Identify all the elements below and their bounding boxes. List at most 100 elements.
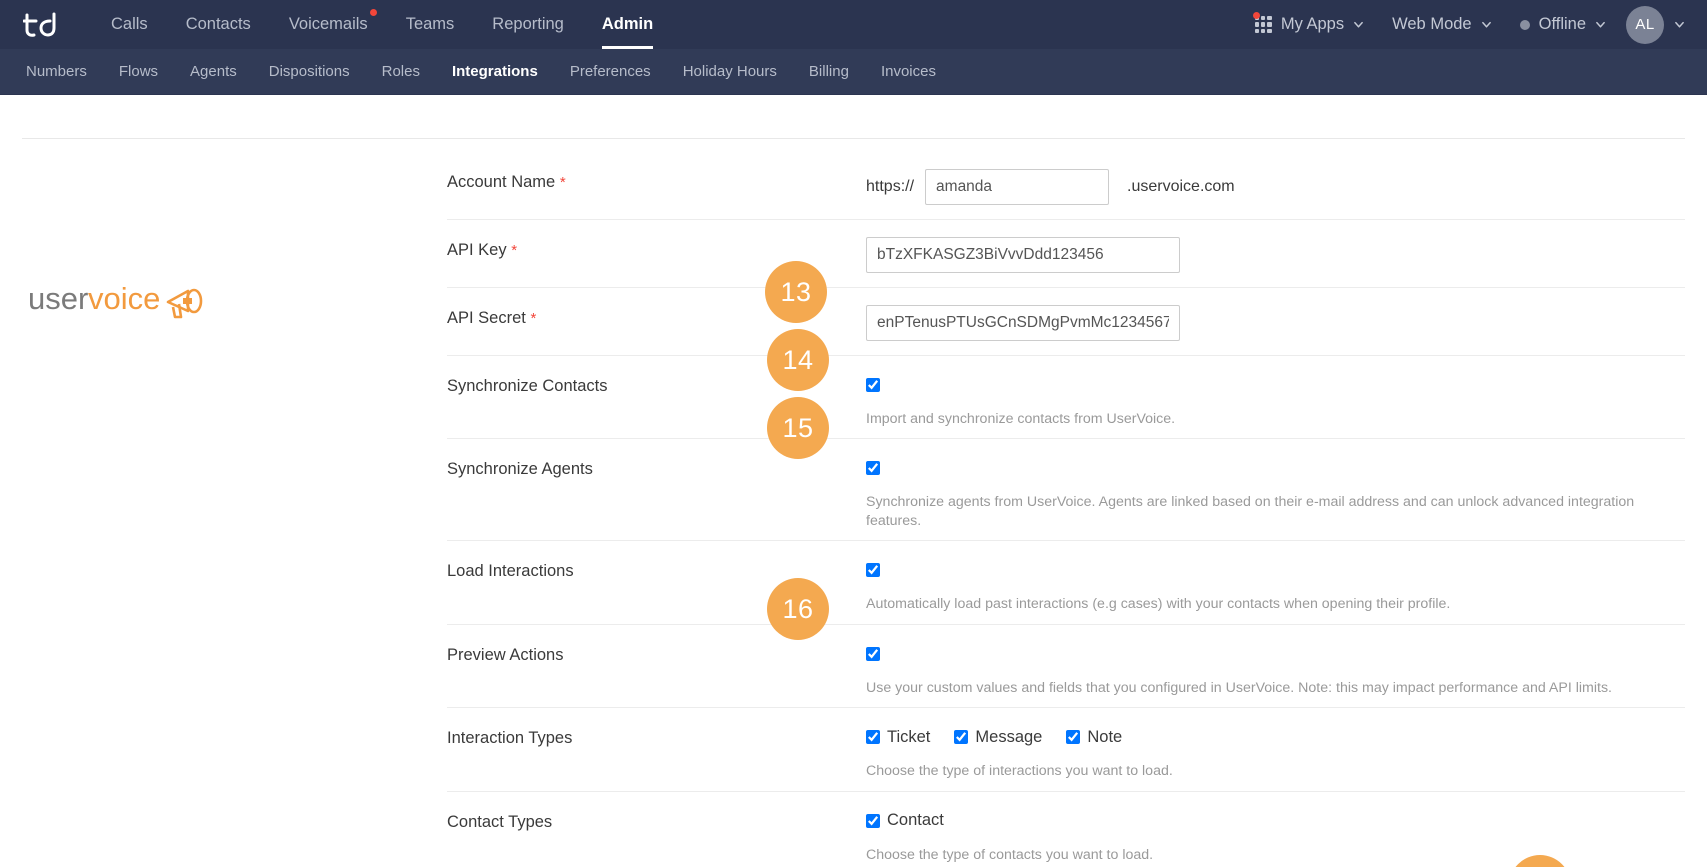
top-bar-right-controls: My Apps Web Mode Offline AL xyxy=(1241,0,1691,49)
form-row-account-name: Account Name * https:// .uservoice.com xyxy=(447,152,1685,220)
interaction-type-note[interactable]: Note xyxy=(1066,728,1122,747)
top-navigation-bar: Calls Contacts Voicemails Teams Reportin… xyxy=(0,0,1707,49)
contact-types-help: Choose the type of contacts you want to … xyxy=(866,846,1154,863)
admin-sub-navigation: Numbers Flows Agents Dispositions Roles … xyxy=(0,49,1707,95)
subnav-item-numbers[interactable]: Numbers xyxy=(10,49,103,94)
preview-actions-checkbox[interactable] xyxy=(866,646,880,661)
step-badge-14[interactable]: 14 xyxy=(767,329,829,391)
interaction-type-message-checkbox[interactable] xyxy=(954,730,969,745)
subnav-label: Agents xyxy=(190,63,237,80)
form-row-api-key: API Key * xyxy=(447,220,1685,288)
web-mode-label: Web Mode xyxy=(1392,15,1472,33)
subnav-label: Numbers xyxy=(26,63,87,80)
nav-item-teams[interactable]: Teams xyxy=(387,0,474,49)
interaction-type-ticket-checkbox[interactable] xyxy=(866,730,880,745)
label-text: Contact Types xyxy=(447,812,553,831)
required-marker: * xyxy=(530,310,537,327)
api-secret-input[interactable] xyxy=(866,305,1180,341)
td-logo[interactable] xyxy=(22,9,64,41)
api-key-field-group xyxy=(866,237,1685,273)
interaction-types-field-group: Ticket Message Note Choose the type of i… xyxy=(866,725,1685,780)
load-interactions-checkbox[interactable] xyxy=(866,563,880,578)
form-row-preview-actions: Preview Actions Use your custom values a… xyxy=(447,625,1685,709)
uservoice-logo: user voice xyxy=(28,277,228,329)
url-prefix: https:// xyxy=(866,178,915,195)
my-apps-menu[interactable]: My Apps xyxy=(1241,0,1378,49)
form-row-synchronize-agents: Synchronize Agents Synchronize agents fr… xyxy=(447,439,1685,542)
label-text: API Key xyxy=(447,241,507,259)
option-label: Note xyxy=(1087,727,1123,746)
api-secret-field-group xyxy=(866,305,1685,341)
subnav-label: Preferences xyxy=(569,63,651,80)
contact-type-contact-checkbox[interactable] xyxy=(866,813,880,828)
subnav-item-invoices[interactable]: Invoices xyxy=(865,49,952,94)
load-interactions-help: Automatically load past interactions (e.… xyxy=(866,596,1451,613)
interaction-types-help: Choose the type of interactions you want… xyxy=(866,763,1173,780)
synchronize-contacts-checkbox[interactable] xyxy=(866,378,880,392)
load-interactions-field-group: Automatically load past interactions (e.… xyxy=(866,558,1685,613)
synchronize-contacts-help: Import and synchronize contacts from Use… xyxy=(866,411,1176,427)
subnav-item-preferences[interactable]: Preferences xyxy=(554,49,667,94)
label-text: Interaction Types xyxy=(447,729,573,748)
chevron-down-icon xyxy=(1674,19,1685,30)
subnav-item-roles[interactable]: Roles xyxy=(366,49,436,94)
form-row-api-secret: API Secret * xyxy=(447,288,1685,356)
contact-types-label: Contact Types xyxy=(447,809,866,832)
integration-settings-page: user voice 13 14 15 16 17 Account Name *… xyxy=(0,95,1707,867)
interaction-type-note-checkbox[interactable] xyxy=(1066,730,1081,745)
avatar-initials: AL xyxy=(1635,16,1655,33)
badge-number: 16 xyxy=(782,593,814,624)
nav-item-voicemails[interactable]: Voicemails xyxy=(270,0,387,49)
subnav-label: Flows xyxy=(118,63,159,80)
subnav-item-flows[interactable]: Flows xyxy=(103,49,174,94)
label-text: API Secret xyxy=(447,309,526,327)
web-mode-menu[interactable]: Web Mode xyxy=(1378,0,1506,49)
subnav-item-holiday-hours[interactable]: Holiday Hours xyxy=(667,49,793,94)
svg-text:voice: voice xyxy=(88,281,160,316)
nav-item-contacts[interactable]: Contacts xyxy=(167,0,270,49)
presence-status-menu[interactable]: Offline xyxy=(1506,0,1620,49)
api-key-label: API Key * xyxy=(447,237,866,260)
nav-item-reporting[interactable]: Reporting xyxy=(473,0,583,49)
subnav-item-integrations[interactable]: Integrations xyxy=(436,49,554,94)
synchronize-agents-field-group: Synchronize agents from UserVoice. Agent… xyxy=(866,456,1685,530)
option-label: Contact xyxy=(887,811,944,830)
subnav-label: Holiday Hours xyxy=(682,63,777,80)
subnav-label: Integrations xyxy=(451,63,538,80)
option-label: Ticket xyxy=(887,727,931,746)
uservoice-integration-form: Account Name * https:// .uservoice.com A… xyxy=(447,152,1685,867)
apps-grid-icon xyxy=(1252,12,1272,33)
step-badge-15[interactable]: 15 xyxy=(767,397,829,459)
badge-number: 14 xyxy=(782,344,814,375)
nav-label: Voicemails xyxy=(288,15,368,33)
label-text: Synchronize Agents xyxy=(447,460,593,479)
account-name-field-group: https:// .uservoice.com xyxy=(866,169,1685,205)
label-text: Account Name xyxy=(447,173,556,191)
synchronize-agents-help: Synchronize agents from UserVoice. Agent… xyxy=(866,494,1635,529)
notification-dot-icon xyxy=(369,9,377,16)
nav-item-calls[interactable]: Calls xyxy=(92,0,167,49)
synchronize-agents-checkbox[interactable] xyxy=(866,461,880,476)
step-badge-16[interactable]: 16 xyxy=(767,578,829,640)
subnav-label: Billing xyxy=(808,63,849,80)
avatar[interactable]: AL xyxy=(1626,5,1664,44)
label-text: Synchronize Contacts xyxy=(447,377,608,395)
account-name-input[interactable] xyxy=(925,169,1110,205)
step-badge-13[interactable]: 13 xyxy=(765,261,827,323)
interaction-type-message[interactable]: Message xyxy=(954,728,1042,747)
subnav-item-dispositions[interactable]: Dispositions xyxy=(253,49,366,94)
option-label: Message xyxy=(975,727,1043,746)
nav-label: Reporting xyxy=(492,15,564,33)
svg-text:user: user xyxy=(28,281,88,316)
nav-item-admin[interactable]: Admin xyxy=(583,0,672,49)
contact-type-contact[interactable]: Contact xyxy=(866,811,944,830)
account-menu[interactable] xyxy=(1664,0,1691,49)
account-name-label: Account Name * xyxy=(447,169,866,192)
api-key-input[interactable] xyxy=(866,237,1180,273)
interaction-type-ticket[interactable]: Ticket xyxy=(866,728,930,747)
subnav-item-agents[interactable]: Agents xyxy=(174,49,253,94)
chevron-down-icon xyxy=(1595,19,1606,30)
subnav-label: Roles xyxy=(381,63,420,80)
form-row-load-interactions: Load Interactions Automatically load pas… xyxy=(447,541,1685,625)
subnav-item-billing[interactable]: Billing xyxy=(793,49,865,94)
